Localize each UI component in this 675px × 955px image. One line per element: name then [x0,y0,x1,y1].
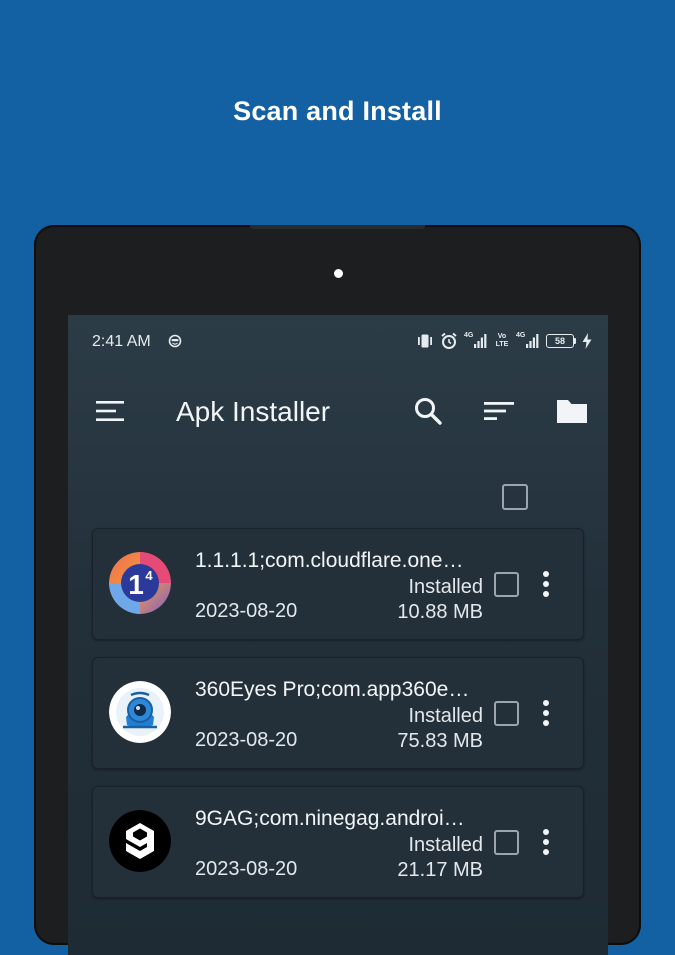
face-icon [168,334,182,348]
vibrate-icon [418,334,432,348]
svg-text:4: 4 [145,568,153,583]
app-name: 360Eyes Pro;com.app360e… [195,678,470,701]
app-date: 2023-08-20 [195,858,298,880]
signal-icon [474,334,487,348]
alarm-icon [441,332,457,349]
camera-app-icon [109,681,171,743]
battery-icon: 58 [546,334,576,348]
more-vert-icon[interactable] [535,827,557,857]
ninegag-app-icon [109,810,171,872]
app-date: 2023-08-20 [195,600,298,622]
menu-icon[interactable] [94,395,126,427]
more-vert-icon[interactable] [535,698,557,728]
tablet-notch [250,225,425,229]
app-size: 75.83 MB [397,730,483,752]
signal-indicator-2: 4G [516,332,540,350]
device-screen: 2:41 AM 4G Vo LTE 4G 58 Apk Installer 1 … [68,315,608,955]
app-bar: Apk Installer [68,370,608,456]
promo-title: Scan and Install [233,96,442,126]
app-title: Apk Installer [176,396,331,427]
select-all-checkbox[interactable] [502,484,528,510]
more-vert-icon[interactable] [535,569,557,599]
battery-tip [574,338,576,344]
app-size: 21.17 MB [397,859,483,881]
svg-text:1: 1 [128,569,144,600]
signal-icon [526,334,539,348]
install-status: Installed [408,834,484,856]
folder-icon[interactable] [554,395,590,427]
search-icon[interactable] [412,395,444,427]
front-camera [334,269,343,278]
app-name: 1.1.1.1;com.cloudflare.one… [195,549,464,572]
app-size: 10.88 MB [397,601,483,623]
status-time: 2:41 AM [92,333,151,350]
list-item[interactable]: 1 4 1.1.1.1;com.cloudflare.one… Installe… [92,528,584,640]
item-checkbox[interactable] [494,830,519,855]
status-bar: 2:41 AM 4G Vo LTE 4G 58 [68,315,608,370]
volte-label: Vo LTE [495,333,509,348]
app-date: 2023-08-20 [195,729,298,751]
list-item[interactable]: 9GAG;com.ninegag.androi… Installed 2023-… [92,786,584,898]
list-item[interactable]: 360Eyes Pro;com.app360e… Installed 2023-… [92,657,584,769]
app-name: 9GAG;com.ninegag.androi… [195,807,465,830]
install-status: Installed [408,576,484,598]
item-checkbox[interactable] [494,701,519,726]
battery-level: 58 [546,334,574,348]
charging-icon [582,333,592,349]
cloudflare-app-icon: 1 4 [109,552,171,614]
install-status: Installed [408,705,484,727]
signal-indicator-1: 4G [464,332,488,350]
tablet-frame: 2:41 AM 4G Vo LTE 4G 58 Apk Installer 1 … [34,225,641,955]
status-icons: 4G Vo LTE 4G 58 [416,332,592,350]
item-checkbox[interactable] [494,572,519,597]
sort-icon[interactable] [482,395,516,427]
